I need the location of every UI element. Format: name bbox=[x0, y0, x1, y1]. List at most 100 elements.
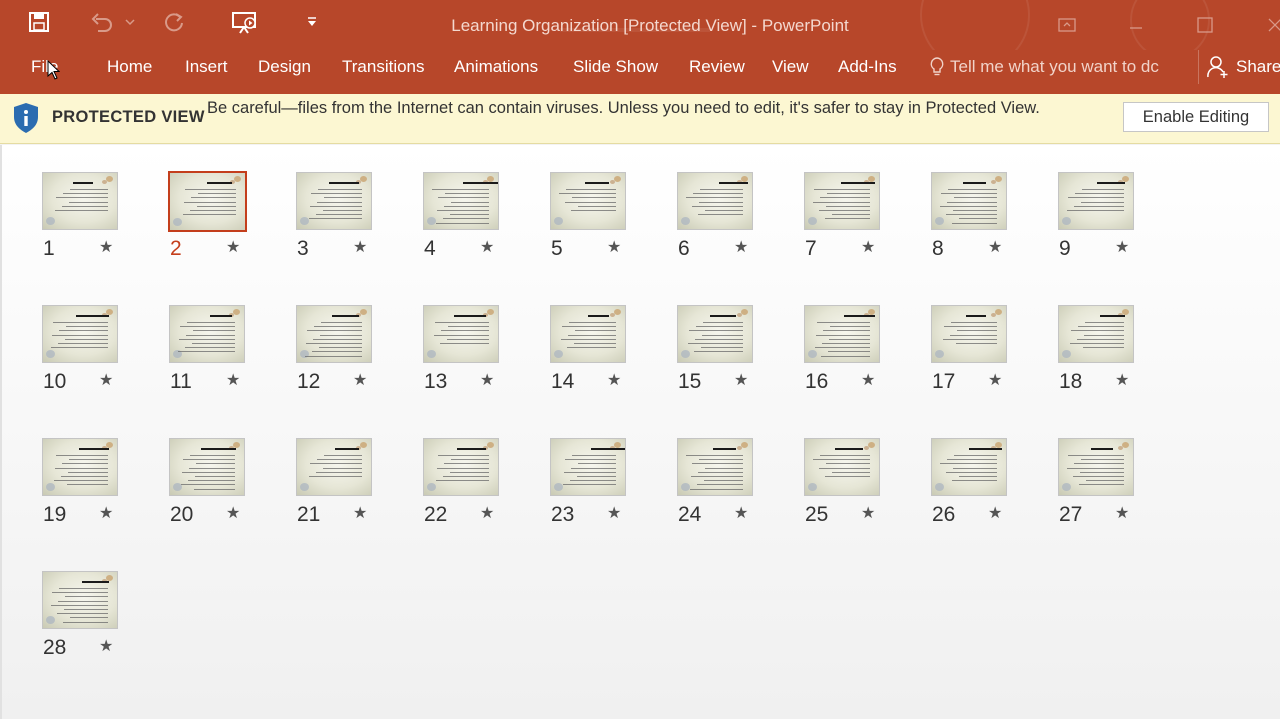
animation-star-icon[interactable]: ★ bbox=[226, 505, 240, 523]
slide-thumbnail[interactable]: 25 ★ bbox=[804, 438, 894, 526]
slide-thumbnail[interactable]: 15 ★ bbox=[677, 305, 767, 393]
slide-thumbnail[interactable]: 18 ★ bbox=[1058, 305, 1148, 393]
animation-star-icon[interactable]: ★ bbox=[988, 372, 1002, 390]
tab-view[interactable]: View bbox=[772, 50, 809, 84]
share-button[interactable]: Share bbox=[1198, 50, 1280, 84]
slide-thumbnail[interactable]: 21 ★ bbox=[296, 438, 386, 526]
animation-star-icon[interactable]: ★ bbox=[1115, 372, 1129, 390]
slide-thumbnail[interactable]: 22 ★ bbox=[423, 438, 513, 526]
slide-thumbnail[interactable]: 7 ★ bbox=[804, 172, 894, 260]
animation-star-icon[interactable]: ★ bbox=[353, 372, 367, 390]
slide-thumbnail[interactable]: 5 ★ bbox=[550, 172, 640, 260]
slide-thumbnail[interactable]: 26 ★ bbox=[931, 438, 1021, 526]
slide-preview[interactable] bbox=[804, 438, 880, 496]
slide-thumbnail[interactable]: 10 ★ bbox=[42, 305, 132, 393]
slide-thumbnail[interactable]: 2 ★ bbox=[168, 171, 259, 260]
slide-preview[interactable] bbox=[296, 305, 372, 363]
tab-insert[interactable]: Insert bbox=[185, 50, 228, 84]
slide-preview[interactable] bbox=[42, 172, 118, 230]
animation-star-icon[interactable]: ★ bbox=[607, 505, 621, 523]
animation-star-icon[interactable]: ★ bbox=[353, 505, 367, 523]
animation-star-icon[interactable]: ★ bbox=[99, 638, 113, 656]
slide-thumbnail[interactable]: 14 ★ bbox=[550, 305, 640, 393]
slide-preview[interactable] bbox=[423, 438, 499, 496]
slide-thumbnail[interactable]: 12 ★ bbox=[296, 305, 386, 393]
slide-preview[interactable] bbox=[1058, 172, 1134, 230]
slide-preview[interactable] bbox=[677, 172, 753, 230]
close-icon[interactable] bbox=[1252, 0, 1280, 50]
slide-thumbnail[interactable]: 17 ★ bbox=[931, 305, 1021, 393]
animation-star-icon[interactable]: ★ bbox=[480, 505, 494, 523]
slide-thumbnail[interactable]: 23 ★ bbox=[550, 438, 640, 526]
slide-thumbnail[interactable]: 3 ★ bbox=[296, 172, 386, 260]
minimize-icon[interactable] bbox=[1113, 0, 1159, 50]
slide-thumbnail[interactable]: 8 ★ bbox=[931, 172, 1021, 260]
animation-star-icon[interactable]: ★ bbox=[988, 239, 1002, 257]
tab-add-ins[interactable]: Add-Ins bbox=[838, 50, 897, 84]
animation-star-icon[interactable]: ★ bbox=[734, 505, 748, 523]
tab-home[interactable]: Home bbox=[107, 50, 152, 84]
slide-thumbnail[interactable]: 27 ★ bbox=[1058, 438, 1148, 526]
animation-star-icon[interactable]: ★ bbox=[988, 505, 1002, 523]
animation-star-icon[interactable]: ★ bbox=[480, 239, 494, 257]
slide-preview[interactable] bbox=[804, 305, 880, 363]
animation-star-icon[interactable]: ★ bbox=[480, 372, 494, 390]
animation-star-icon[interactable]: ★ bbox=[734, 372, 748, 390]
slide-preview[interactable] bbox=[42, 571, 118, 629]
slide-preview[interactable] bbox=[931, 172, 1007, 230]
slide-preview[interactable] bbox=[42, 305, 118, 363]
slide-thumbnail[interactable]: 13 ★ bbox=[423, 305, 513, 393]
slide-preview[interactable] bbox=[931, 305, 1007, 363]
slide-preview[interactable] bbox=[804, 172, 880, 230]
slide-preview[interactable] bbox=[42, 438, 118, 496]
slide-preview[interactable] bbox=[169, 438, 245, 496]
slide-thumbnail[interactable]: 1 ★ bbox=[42, 172, 132, 260]
animation-star-icon[interactable]: ★ bbox=[607, 239, 621, 257]
animation-star-icon[interactable]: ★ bbox=[226, 239, 240, 257]
slide-thumbnail[interactable]: 9 ★ bbox=[1058, 172, 1148, 260]
slide-thumbnail[interactable]: 24 ★ bbox=[677, 438, 767, 526]
slide-thumbnail[interactable]: 11 ★ bbox=[169, 305, 259, 393]
animation-star-icon[interactable]: ★ bbox=[226, 372, 240, 390]
tab-review[interactable]: Review bbox=[689, 50, 745, 84]
slide-preview[interactable] bbox=[677, 438, 753, 496]
maximize-icon[interactable] bbox=[1182, 0, 1228, 50]
tab-slide-show[interactable]: Slide Show bbox=[573, 50, 658, 84]
slide-thumbnail[interactable]: 4 ★ bbox=[423, 172, 513, 260]
animation-star-icon[interactable]: ★ bbox=[1115, 239, 1129, 257]
slide-thumbnail[interactable]: 20 ★ bbox=[169, 438, 259, 526]
ribbon-display-options-icon[interactable] bbox=[1044, 0, 1090, 50]
slide-preview[interactable] bbox=[550, 172, 626, 230]
slide-preview[interactable] bbox=[168, 171, 247, 232]
slide-preview[interactable] bbox=[550, 305, 626, 363]
slide-preview[interactable] bbox=[169, 305, 245, 363]
animation-star-icon[interactable]: ★ bbox=[607, 372, 621, 390]
animation-star-icon[interactable]: ★ bbox=[1115, 505, 1129, 523]
tab-transitions[interactable]: Transitions bbox=[342, 50, 425, 84]
animation-star-icon[interactable]: ★ bbox=[99, 239, 113, 257]
animation-star-icon[interactable]: ★ bbox=[861, 372, 875, 390]
tab-animations[interactable]: Animations bbox=[454, 50, 538, 84]
tab-design[interactable]: Design bbox=[258, 50, 311, 84]
slide-thumbnail[interactable]: 19 ★ bbox=[42, 438, 132, 526]
slide-preview[interactable] bbox=[423, 172, 499, 230]
slide-preview[interactable] bbox=[550, 438, 626, 496]
animation-star-icon[interactable]: ★ bbox=[99, 505, 113, 523]
slide-preview[interactable] bbox=[1058, 438, 1134, 496]
slide-preview[interactable] bbox=[296, 172, 372, 230]
slide-thumbnail[interactable]: 6 ★ bbox=[677, 172, 767, 260]
tell-me-search[interactable]: Tell me what you want to dc bbox=[930, 50, 1159, 84]
slide-preview[interactable] bbox=[1058, 305, 1134, 363]
slide-preview[interactable] bbox=[677, 305, 753, 363]
slide-preview[interactable] bbox=[423, 305, 499, 363]
enable-editing-button[interactable]: Enable Editing bbox=[1123, 102, 1269, 132]
animation-star-icon[interactable]: ★ bbox=[99, 372, 113, 390]
slide-preview[interactable] bbox=[931, 438, 1007, 496]
slide-preview[interactable] bbox=[296, 438, 372, 496]
animation-star-icon[interactable]: ★ bbox=[861, 239, 875, 257]
slide-thumbnail[interactable]: 16 ★ bbox=[804, 305, 894, 393]
slide-thumbnail[interactable]: 28 ★ bbox=[42, 571, 132, 659]
animation-star-icon[interactable]: ★ bbox=[734, 239, 748, 257]
animation-star-icon[interactable]: ★ bbox=[353, 239, 367, 257]
animation-star-icon[interactable]: ★ bbox=[861, 505, 875, 523]
